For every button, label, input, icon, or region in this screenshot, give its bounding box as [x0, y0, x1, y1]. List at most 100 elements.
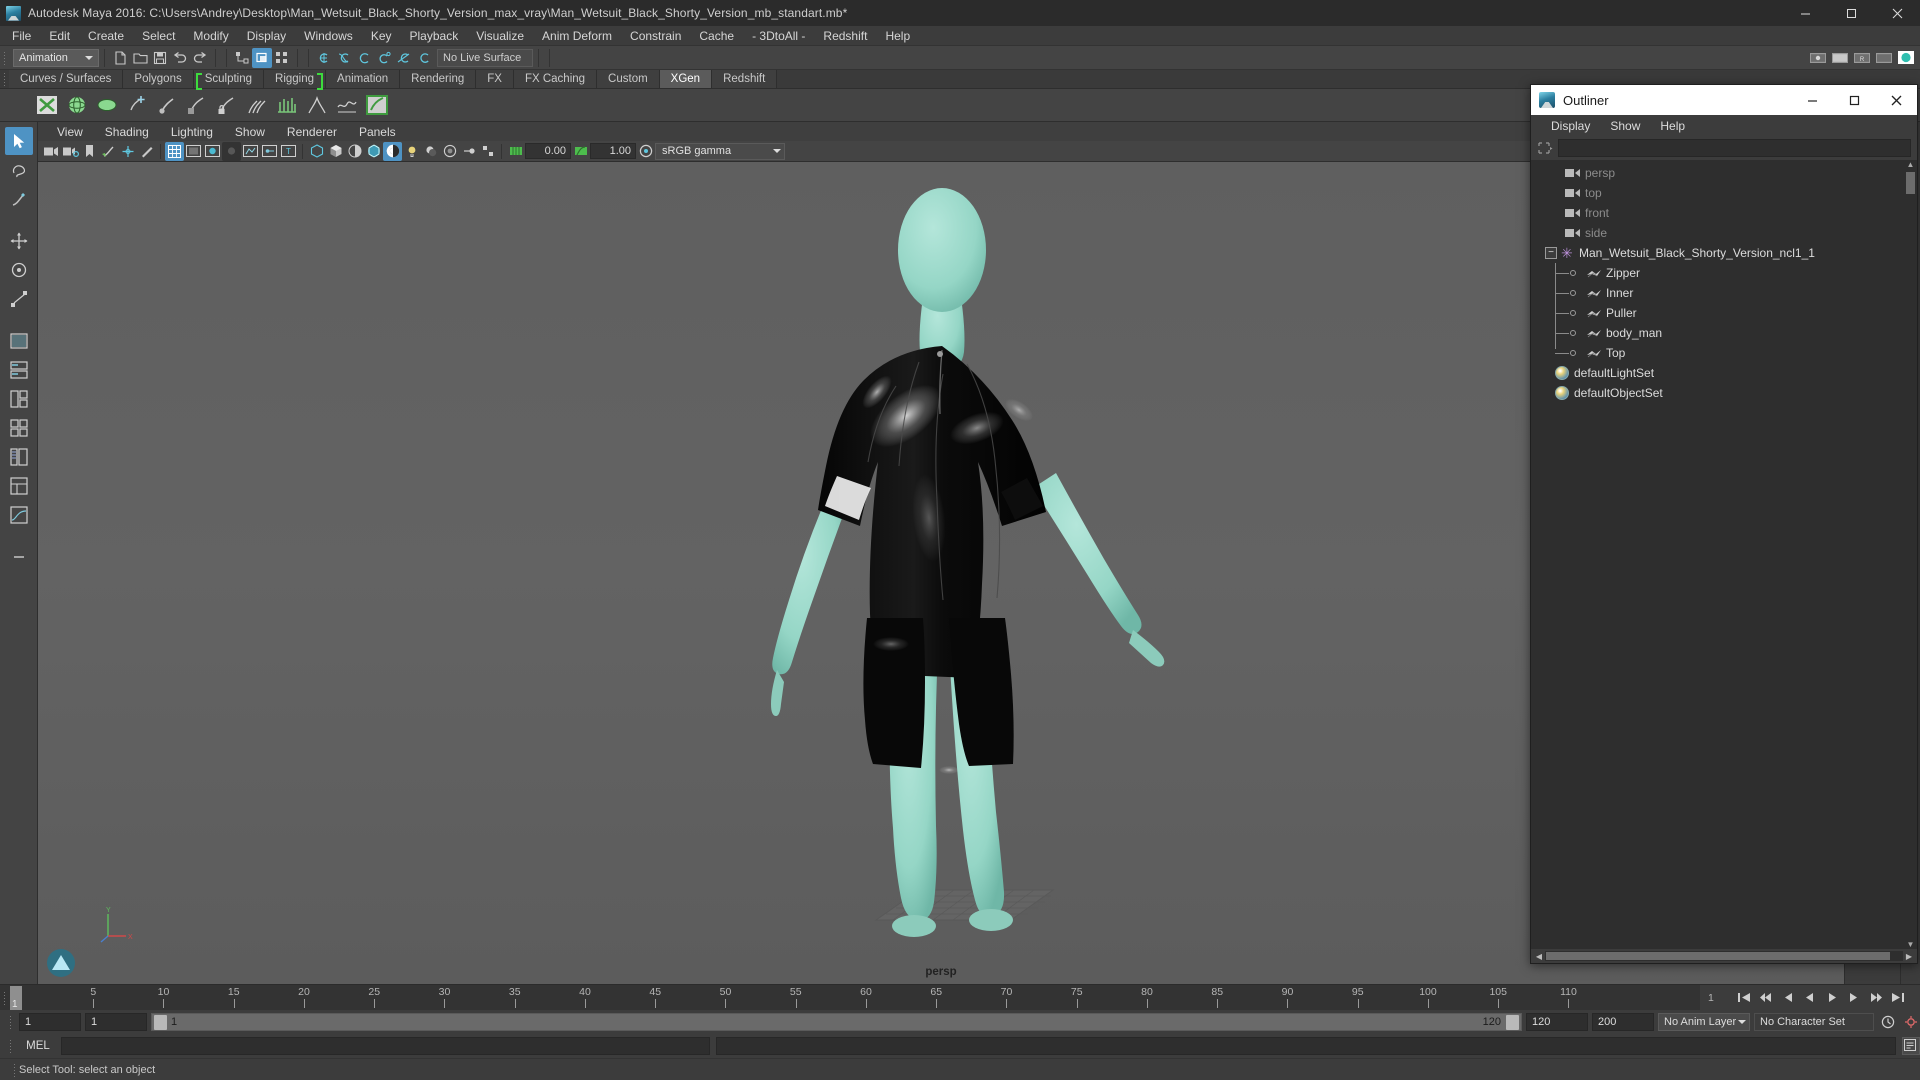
- shelf-tab-rendering[interactable]: Rendering: [400, 70, 477, 88]
- xgen-comb-icon[interactable]: [242, 90, 272, 120]
- color-space-selector[interactable]: sRGB gamma: [655, 142, 785, 160]
- select-by-component-icon[interactable]: [272, 48, 292, 68]
- render-view-icon[interactable]: [1896, 48, 1916, 68]
- outliner-item-puller[interactable]: Puller: [1531, 303, 1917, 323]
- textured-shading-icon[interactable]: [383, 141, 402, 161]
- shelf-grip[interactable]: [0, 70, 9, 88]
- range-slider-left-handle[interactable]: [154, 1014, 167, 1030]
- close-icon[interactable]: [1875, 85, 1917, 115]
- xgen-disc-icon[interactable]: [92, 90, 122, 120]
- two-d-pan-zoom-icon[interactable]: [118, 142, 137, 161]
- time-slider-ticks[interactable]: 1 5 10 15 20 25 30 35 40 45 50 55 60 65 70 75 80 85 90 95 1…: [9, 985, 1700, 1010]
- minimize-icon[interactable]: [1782, 0, 1828, 26]
- shaded-wireframe-icon[interactable]: [345, 142, 364, 161]
- make-live-icon[interactable]: [414, 48, 434, 68]
- go-to-end-icon[interactable]: [1889, 988, 1908, 1007]
- go-to-start-icon[interactable]: [1735, 988, 1754, 1007]
- gamma-field[interactable]: 1.00: [590, 143, 636, 159]
- snap-to-projected-center-icon[interactable]: [374, 48, 394, 68]
- outliner-item-top[interactable]: top: [1531, 183, 1917, 203]
- range-slider-right-handle[interactable]: [1506, 1014, 1519, 1030]
- menu-cache[interactable]: Cache: [690, 26, 743, 46]
- auto-keyframe-icon[interactable]: [1878, 1013, 1897, 1032]
- layout-two-panes-stacked-icon[interactable]: [5, 356, 33, 384]
- step-forward-key-icon[interactable]: [1845, 988, 1864, 1007]
- render-settings-icon[interactable]: R: [1852, 48, 1872, 68]
- menu-key[interactable]: Key: [362, 26, 401, 46]
- viewport-menu-panels[interactable]: Panels: [348, 125, 407, 139]
- close-icon[interactable]: [1874, 0, 1920, 26]
- xgen-mask-icon[interactable]: [182, 90, 212, 120]
- snap-to-point-icon[interactable]: [354, 48, 374, 68]
- animation-preferences-icon[interactable]: [1901, 1013, 1920, 1032]
- shadows-icon[interactable]: [421, 142, 440, 161]
- script-editor-icon[interactable]: [1902, 1037, 1920, 1055]
- texture-toggle-icon[interactable]: T: [279, 142, 298, 161]
- range-slider-grip[interactable]: [6, 1010, 15, 1034]
- outliner-item-front[interactable]: front: [1531, 203, 1917, 223]
- collapse-expander-icon[interactable]: −: [1545, 247, 1557, 259]
- live-surface-field[interactable]: No Live Surface: [437, 48, 533, 67]
- maximize-icon[interactable]: [1828, 0, 1874, 26]
- xgen-preview-icon[interactable]: [362, 90, 392, 120]
- outliner-item-man-wetsuit-group[interactable]: − ✳ Man_Wetsuit_Black_Shorty_Version_ncl…: [1531, 243, 1917, 263]
- xgen-brush-icon[interactable]: [152, 90, 182, 120]
- xgen-density-icon[interactable]: [272, 90, 302, 120]
- menu-select[interactable]: Select: [133, 26, 184, 46]
- outliner-item-body-man[interactable]: body_man: [1531, 323, 1917, 343]
- open-scene-icon[interactable]: [130, 48, 150, 68]
- redo-icon[interactable]: [190, 48, 210, 68]
- menu-create[interactable]: Create: [79, 26, 133, 46]
- outliner-window[interactable]: Outliner Display Show Help persp top fro…: [1530, 84, 1918, 964]
- render-current-frame-icon[interactable]: [1808, 48, 1828, 68]
- menu-visualize[interactable]: Visualize: [467, 26, 533, 46]
- menu-edit[interactable]: Edit: [40, 26, 79, 46]
- maximize-icon[interactable]: [1833, 85, 1875, 115]
- time-slider-playhead[interactable]: 1: [10, 986, 22, 1010]
- toolbar-grip[interactable]: [0, 46, 9, 69]
- menu-file[interactable]: File: [3, 26, 40, 46]
- grease-pencil-icon[interactable]: [137, 142, 156, 161]
- xgen-add-icon[interactable]: [122, 90, 152, 120]
- menu-modify[interactable]: Modify: [184, 26, 237, 46]
- shelf-tab-custom[interactable]: Custom: [597, 70, 660, 88]
- character-set-selector[interactable]: No Character Set: [1754, 1013, 1874, 1031]
- mel-output-field[interactable]: [716, 1037, 1896, 1055]
- shelf-tab-curves-surfaces[interactable]: Curves / Surfaces: [9, 70, 124, 88]
- select-by-hierarchy-icon[interactable]: [232, 48, 252, 68]
- grid-toggle-icon[interactable]: [165, 141, 184, 161]
- scale-tool-icon[interactable]: [5, 285, 33, 313]
- film-gate-icon[interactable]: [184, 142, 203, 161]
- shelf-tab-sculpting[interactable]: Sculpting: [193, 70, 265, 90]
- viewport-menu-show[interactable]: Show: [224, 125, 276, 139]
- step-forward-frame-icon[interactable]: [1867, 988, 1886, 1007]
- new-scene-icon[interactable]: [110, 48, 130, 68]
- shelf-tab-fx[interactable]: FX: [476, 70, 514, 88]
- anim-layer-selector[interactable]: No Anim Layer: [1658, 1013, 1750, 1031]
- gamma-icon[interactable]: [571, 142, 590, 161]
- smooth-shade-all-icon[interactable]: [326, 142, 345, 161]
- xgen-clump-icon[interactable]: [302, 90, 332, 120]
- play-backwards-icon[interactable]: [1801, 988, 1820, 1007]
- playback-start-time-field[interactable]: 1: [85, 1013, 147, 1031]
- tree-node-dot[interactable]: [1570, 350, 1576, 356]
- outliner-item-top-mesh[interactable]: Top: [1531, 343, 1917, 363]
- outliner-item-default-object-set[interactable]: defaultObjectSet: [1531, 383, 1917, 403]
- xgen-lock-icon[interactable]: [212, 90, 242, 120]
- outliner-item-persp[interactable]: persp: [1531, 163, 1917, 183]
- resolution-gate-icon[interactable]: [203, 142, 222, 161]
- scroll-down-arrow-icon[interactable]: ▼: [1906, 940, 1915, 949]
- viewport-menu-lighting[interactable]: Lighting: [160, 125, 224, 139]
- menu-display[interactable]: Display: [238, 26, 295, 46]
- shelf-tab-fx-caching[interactable]: FX Caching: [513, 70, 598, 88]
- outliner-horizontal-scrollbar[interactable]: ◀ ▶: [1531, 949, 1917, 963]
- move-tool-icon[interactable]: [5, 227, 33, 255]
- save-scene-icon[interactable]: [150, 48, 170, 68]
- tree-node-dot[interactable]: [1570, 270, 1576, 276]
- shelf-tab-polygons[interactable]: Polygons: [123, 70, 194, 88]
- wireframe-shading-icon[interactable]: [307, 142, 326, 161]
- scroll-left-arrow-icon[interactable]: ◀: [1533, 950, 1545, 962]
- shelf-tab-xgen[interactable]: XGen: [659, 70, 713, 88]
- range-slider[interactable]: 1 120: [151, 1013, 1522, 1031]
- gate-mask-icon[interactable]: [222, 141, 241, 161]
